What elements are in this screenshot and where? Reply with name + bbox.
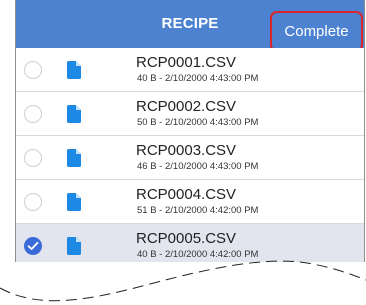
break-line — [0, 260, 366, 305]
